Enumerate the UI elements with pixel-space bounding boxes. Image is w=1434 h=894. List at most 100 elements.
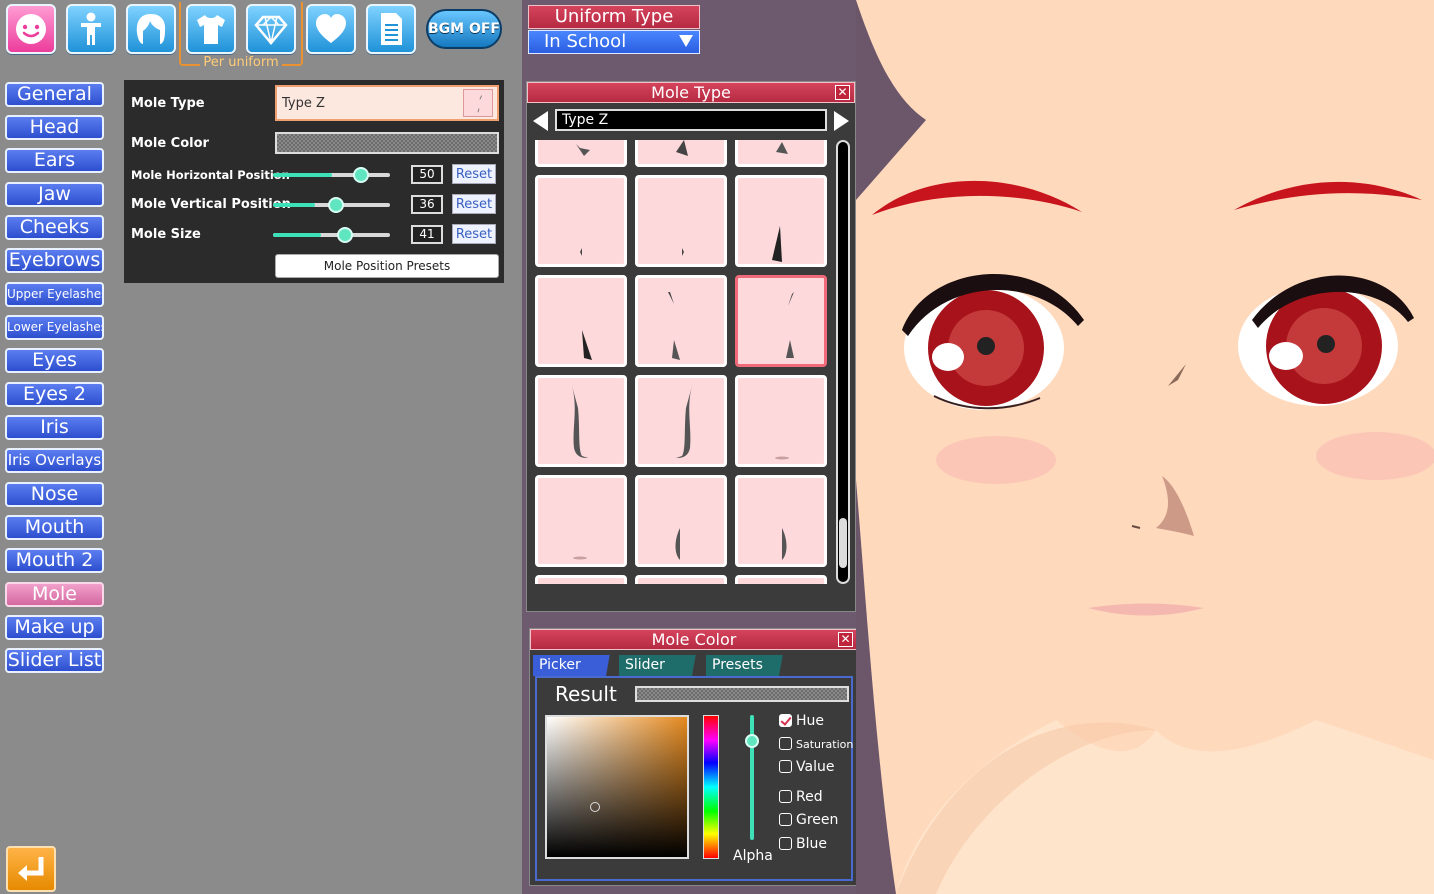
mole-shape-icon [572,386,588,458]
category-ears-button[interactable]: Ears [5,148,104,173]
mole-horizontal-position-value[interactable]: 50 [411,165,443,184]
previous-arrow-icon[interactable] [533,111,548,131]
mole-color-window-title: Mole Color ✕ [530,629,858,650]
mole-position-presets-button[interactable]: Mole Position Presets [275,254,499,278]
mole-tile[interactable] [635,140,727,167]
alpha-slider-handle[interactable] [745,734,759,748]
color-cursor[interactable] [590,802,600,812]
mole-horizontal-position-reset-button[interactable]: Reset [452,164,496,184]
tab-picker[interactable]: Picker [533,655,619,676]
mole-tile[interactable] [735,375,827,467]
mole-color-window-close-button[interactable]: ✕ [838,632,853,647]
category-cheeks-button[interactable]: Cheeks [5,215,104,240]
mole-size-value[interactable]: 41 [411,225,443,244]
mole-type-window-close-button[interactable]: ✕ [835,85,850,100]
mole-shape-icon [580,248,582,256]
saturation-option-label: Saturation [796,738,854,751]
category-make-up-button[interactable]: Make up [5,615,104,640]
category-eyes-2-button[interactable]: Eyes 2 [5,382,104,407]
scrollbar-thumb[interactable] [839,518,847,568]
face-category-button[interactable] [6,4,56,54]
checkbox[interactable] [779,760,792,773]
category-eyes-button[interactable]: Eyes [5,348,104,373]
mole-shape-icon [682,248,684,256]
mole-tile[interactable] [535,575,627,584]
slider-handle[interactable] [352,167,369,183]
checkbox[interactable] [779,813,792,826]
bgm-toggle-button[interactable]: BGM OFF [426,9,502,49]
mole-vertical-position-value[interactable]: 36 [411,195,443,214]
mole-color-swatch[interactable] [275,132,499,154]
category-mouth-2-button[interactable]: Mouth 2 [5,548,104,573]
back-button[interactable] [6,846,56,892]
uniform-type-selected: In School [544,31,627,52]
mole-horizontal-position-slider[interactable] [273,167,390,183]
mole-color-window-title-text: Mole Color [651,630,737,649]
mole-size-reset-button[interactable]: Reset [452,224,496,244]
mole-vertical-position-reset-button[interactable]: Reset [452,194,496,214]
category-eyebrows-button[interactable]: Eyebrows [5,248,104,273]
mole-type-current-field: Type Z [555,109,827,131]
hue-bar[interactable] [703,715,719,859]
mole-tile[interactable] [535,140,627,167]
left-blush [936,436,1056,484]
mole-tile[interactable] [735,175,827,267]
slider-handle[interactable] [328,197,345,213]
hue-option-label: Hue [796,713,825,729]
checkbox[interactable] [779,837,792,850]
category-head-button[interactable]: Head [5,115,104,140]
category-slider-list-button[interactable]: Slider List [5,648,104,673]
tab-presets[interactable]: Presets [706,655,792,676]
category-mole-button[interactable]: Mole [5,582,104,607]
character-face-preview[interactable] [856,0,1434,894]
mole-tile[interactable] [635,275,727,367]
hue-option[interactable]: Hue [779,713,824,729]
mole-vertical-position-slider[interactable] [273,197,390,213]
category-upper-eyelashes-button[interactable]: Upper Eyelashes [5,282,104,307]
category-general-button[interactable]: General [5,82,104,107]
mole-tile[interactable] [635,575,727,584]
category-jaw-button[interactable]: Jaw [5,182,104,207]
mole-tile[interactable] [735,575,827,584]
mole-type-field[interactable]: Type Z [275,85,499,121]
mole-tile[interactable] [635,375,727,467]
mole-tile[interactable] [535,475,627,567]
mole-size-slider[interactable] [273,227,390,243]
mole-tile[interactable] [635,175,727,267]
value-option[interactable]: Value [779,759,834,775]
mole-tile[interactable] [735,140,827,167]
tab-slider[interactable]: Slider [619,655,705,676]
mole-type-scrollbar[interactable] [836,140,850,584]
checkbox[interactable] [779,790,792,803]
mole-tile-selected[interactable] [735,275,827,367]
red-option[interactable]: Red [779,789,823,805]
mole-tile[interactable] [535,375,627,467]
category-lower-eyelashes-button[interactable]: Lower Eyelashes [5,315,104,340]
mole-tile[interactable] [635,475,727,567]
hair-category-button[interactable] [126,4,176,54]
saturation-value-square[interactable] [545,715,689,859]
uniform-type-dropdown[interactable]: In School [528,30,700,54]
slider-fill [273,203,316,207]
mole-tile[interactable] [535,275,627,367]
checkbox-checked[interactable] [779,714,792,727]
blue-option[interactable]: Blue [779,836,827,852]
profile-category-button[interactable] [366,4,416,54]
category-iris-overlays-button[interactable]: Iris Overlays [5,448,104,473]
checkbox[interactable] [779,737,792,750]
body-category-button[interactable] [66,4,116,54]
mole-tile[interactable] [735,475,827,567]
slider-handle[interactable] [336,227,353,243]
category-mouth-button[interactable]: Mouth [5,515,104,540]
category-iris-button[interactable]: Iris [5,415,104,440]
value-option-label: Value [796,759,835,775]
green-option[interactable]: Green [779,812,838,828]
mole-shape-icon [676,386,692,458]
personality-category-button[interactable] [306,4,356,54]
saturation-option[interactable]: Saturation [779,737,853,751]
mole-tile[interactable] [535,175,627,267]
mole-shape-icon [786,292,794,358]
mole-shape-icon [772,226,782,262]
category-nose-button[interactable]: Nose [5,482,104,507]
next-arrow-icon[interactable] [834,111,849,131]
